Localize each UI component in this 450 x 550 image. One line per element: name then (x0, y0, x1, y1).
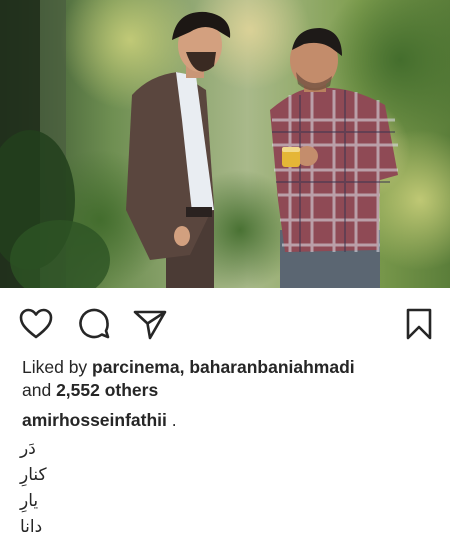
likes-others-count[interactable]: 2,552 others (56, 380, 158, 400)
caption-text: . (166, 410, 177, 430)
bookmark-icon[interactable] (401, 306, 437, 342)
paper-plane-icon[interactable] (132, 306, 168, 342)
likes-summary: Liked by parcinema, baharanbaniahmadi an… (22, 356, 432, 402)
likes-and-text: and (22, 380, 57, 400)
likes-prefix: Liked by (22, 357, 93, 377)
post-action-bar (0, 288, 450, 352)
caption-line: دانا (20, 517, 43, 537)
heart-icon[interactable] (18, 306, 54, 342)
likes-separator: , (179, 357, 190, 377)
post-photo[interactable] (0, 0, 450, 288)
post-caption: amirhosseinfathii . (22, 408, 432, 432)
speech-bubble-icon[interactable] (76, 306, 112, 342)
caption-poem: دَر کنارِ یارِ دانا (20, 436, 140, 540)
caption-line: کنارِ (20, 465, 47, 485)
caption-line: دَر (20, 439, 36, 459)
liker-username-1[interactable]: parcinema (92, 357, 180, 377)
caption-username[interactable]: amirhosseinfathii (22, 410, 167, 430)
liker-username-2[interactable]: baharanbaniahmadi (189, 357, 354, 377)
caption-line: یارِ (20, 491, 39, 511)
post-photo-image (0, 0, 450, 288)
